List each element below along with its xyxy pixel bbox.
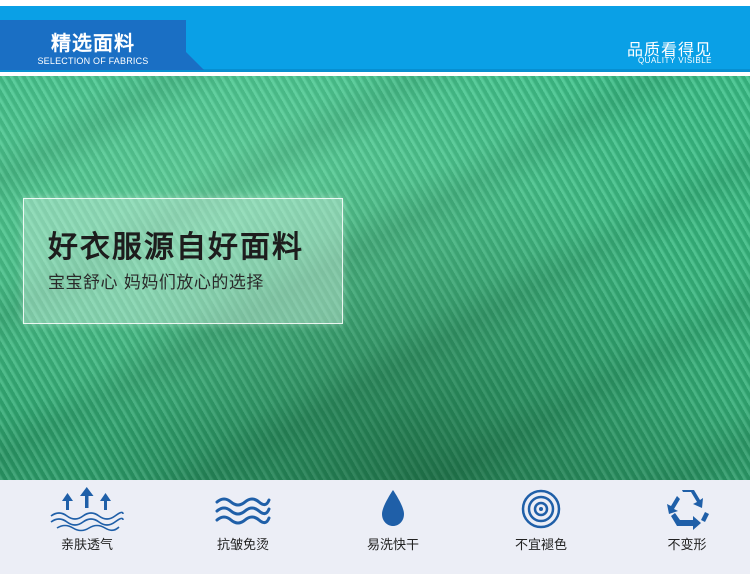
feature-strip: 亲肤透气 抗皱免烫 易洗快干 不宜褪色 不变形 [0,480,750,574]
recycle-icon [667,490,709,530]
hero-title: 好衣服源自好面料 [48,230,304,265]
breathable-icon [50,487,124,532]
hero-subtitle: 宝宝舒心 妈妈们放心的选择 [48,273,264,293]
target-icon [521,489,561,529]
feature-wrinkle-free: 抗皱免烫 [183,480,303,574]
feature-label: 亲肤透气 [60,538,113,553]
feature-colorfast: 不宜褪色 [481,480,601,574]
water-drop-icon [382,490,404,526]
quality-subtitle: QUALITY VISIBLE [637,56,712,65]
feature-breathable: 亲肤透气 [27,480,147,574]
feature-label: 不变形 [667,538,707,553]
section-subtitle: SELECTION OF FABRICS [37,56,149,66]
header: 精选面料 SELECTION OF FABRICS 品质看得见 QUALITY … [0,0,750,76]
feature-label: 易洗快干 [366,538,419,553]
feature-quick-dry: 易洗快干 [333,480,453,574]
feature-label: 抗皱免烫 [216,538,269,553]
waves-icon [215,497,271,525]
feature-no-deform: 不变形 [627,480,747,574]
section-title: 精选面料 [51,31,135,55]
page: 精选面料 SELECTION OF FABRICS 品质看得见 QUALITY … [0,0,750,574]
feature-label: 不宜褪色 [514,538,567,553]
badge-notch [186,52,204,70]
